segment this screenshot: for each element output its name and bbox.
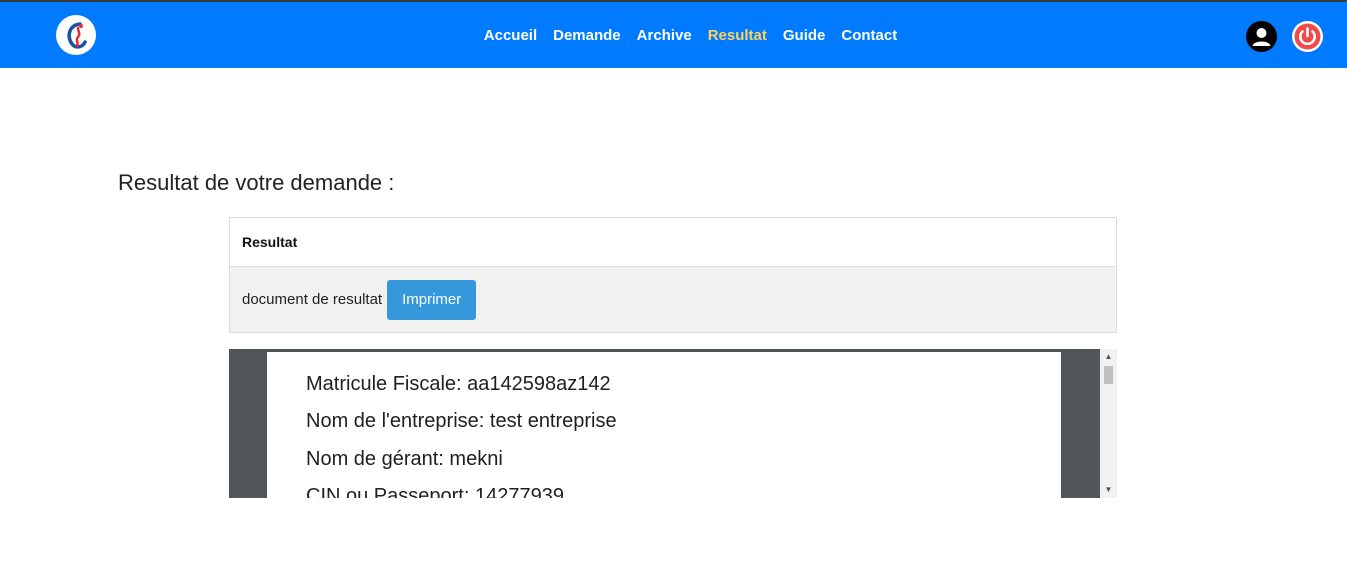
result-card: Resultat document de resultat Imprimer: [229, 217, 1117, 333]
scroll-up-icon[interactable]: ▲: [1100, 350, 1117, 364]
user-icon[interactable]: [1246, 21, 1277, 52]
top-navbar: Accueil Demande Archive Resultat Guide C…: [0, 0, 1347, 68]
scroll-down-icon[interactable]: ▼: [1100, 483, 1117, 497]
nav-link-archive[interactable]: Archive: [637, 27, 692, 44]
nav-link-resultat[interactable]: Resultat: [708, 27, 767, 44]
page-title: Resultat de votre demande :: [118, 170, 395, 195]
nav-link-demande[interactable]: Demande: [553, 27, 621, 44]
power-icon[interactable]: [1292, 21, 1323, 52]
nav-link-guide[interactable]: Guide: [783, 27, 826, 44]
document-line-gerant: Nom de gérant: mekni: [306, 448, 503, 470]
document-viewer[interactable]: Matricule Fiscale: aa142598az142 Nom de …: [229, 349, 1117, 498]
nav-link-accueil[interactable]: Accueil: [484, 27, 537, 44]
main-navigation: Accueil Demande Archive Resultat Guide C…: [0, 2, 1347, 68]
print-button[interactable]: Imprimer: [387, 279, 477, 320]
viewer-scrollbar[interactable]: ▲ ▼: [1100, 349, 1117, 498]
document-line-matricule: Matricule Fiscale: aa142598az142: [306, 373, 611, 395]
document-page: Matricule Fiscale: aa142598az142 Nom de …: [267, 352, 1061, 498]
scroll-thumb[interactable]: [1104, 366, 1113, 384]
nav-link-contact[interactable]: Contact: [841, 27, 897, 44]
document-label: document de resultat: [242, 291, 383, 308]
document-line-cin: CIN ou Passeport: 14277939: [306, 485, 564, 498]
document-line-entreprise: Nom de l'entreprise: test entreprise: [306, 410, 617, 432]
card-header: Resultat: [230, 218, 1116, 267]
card-body: document de resultat Imprimer: [230, 267, 1116, 332]
